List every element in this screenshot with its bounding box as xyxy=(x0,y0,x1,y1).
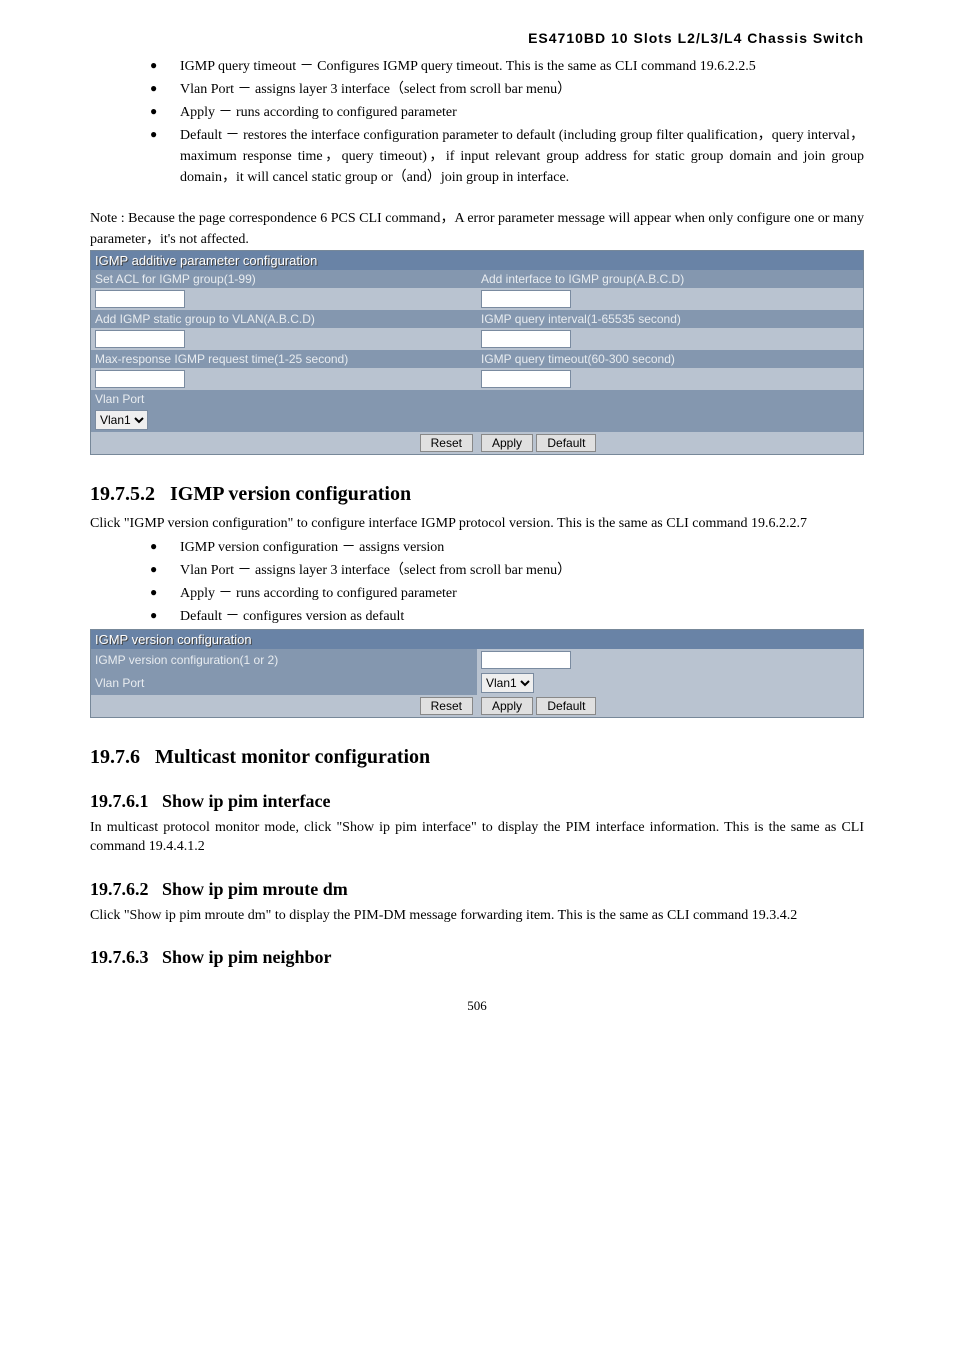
top-bullet-list: IGMP query timeout － Configures IGMP que… xyxy=(90,56,864,188)
section-desc: Click "IGMP version configuration" to co… xyxy=(90,514,864,534)
list-item: IGMP version configuration － assigns ver… xyxy=(150,537,864,558)
section-desc: Click "Show ip pim mroute dm" to display… xyxy=(90,906,864,926)
label-version: IGMP version configuration(1 or 2) xyxy=(91,649,478,671)
section-num: 19.7.6 xyxy=(90,746,140,768)
query-interval-input[interactable] xyxy=(481,330,571,348)
label-acl: Set ACL for IGMP group(1-99) xyxy=(91,270,478,288)
vlan-port-select[interactable]: Vlan1 xyxy=(95,410,148,430)
default-button[interactable]: Default xyxy=(536,697,596,715)
label-static-group: Add IGMP static group to VLAN(A.B.C.D) xyxy=(91,310,478,328)
add-interface-input[interactable] xyxy=(481,290,571,308)
vlan-port-select-2[interactable]: Vlan1 xyxy=(481,673,534,693)
section-title: Show ip pim interface xyxy=(162,791,331,811)
label-query-interval: IGMP query interval(1-65535 second) xyxy=(477,310,864,328)
section-title: Show ip pim mroute dm xyxy=(162,879,348,899)
apply-button[interactable]: Apply xyxy=(481,434,533,452)
list-item: Apply － runs according to configured par… xyxy=(150,102,864,123)
list-item: Vlan Port － assigns layer 3 interface（se… xyxy=(150,560,864,581)
label-query-timeout: IGMP query timeout(60-300 second) xyxy=(477,350,864,368)
static-group-input[interactable] xyxy=(95,330,185,348)
list-item: Apply － runs according to configured par… xyxy=(150,583,864,604)
reset-button[interactable]: Reset xyxy=(420,434,473,452)
subsection-heading: 19.7.6.3 Show ip pim neighbor xyxy=(90,947,864,968)
doc-header: ES4710BD 10 Slots L2/L3/L4 Chassis Switc… xyxy=(90,30,864,46)
panel-title: IGMP additive parameter configuration xyxy=(91,251,864,271)
label-max-response: Max-response IGMP request time(1-25 seco… xyxy=(91,350,478,368)
section-num: 19.7.6.1 xyxy=(90,791,149,811)
apply-button[interactable]: Apply xyxy=(481,697,533,715)
section-title: IGMP version configuration xyxy=(170,483,411,505)
version-input[interactable] xyxy=(481,651,571,669)
section-heading: 19.7.5.2 IGMP version configuration xyxy=(90,483,864,506)
page-number: 506 xyxy=(90,998,864,1014)
reset-button[interactable]: Reset xyxy=(420,697,473,715)
section-num: 19.7.6.3 xyxy=(90,947,149,967)
list-item: Vlan Port － assigns layer 3 interface（se… xyxy=(150,79,864,100)
section-num: 19.7.5.2 xyxy=(90,483,155,505)
panel-title: IGMP version configuration xyxy=(91,629,864,649)
version-bullet-list: IGMP version configuration － assigns ver… xyxy=(90,537,864,627)
section-title: Multicast monitor configuration xyxy=(155,746,430,768)
label-add-interface: Add interface to IGMP group(A.B.C.D) xyxy=(477,270,864,288)
acl-input[interactable] xyxy=(95,290,185,308)
subsection-heading: 19.7.6.2 Show ip pim mroute dm xyxy=(90,879,864,900)
section-heading: 19.7.6 Multicast monitor configuration xyxy=(90,746,864,769)
igmp-additive-panel: IGMP additive parameter configuration Se… xyxy=(90,250,864,455)
section-desc: In multicast protocol monitor mode, clic… xyxy=(90,818,864,857)
label-vlan-port: Vlan Port xyxy=(91,671,478,695)
list-item: Default － restores the interface configu… xyxy=(150,125,864,188)
list-item: Default － configures version as default xyxy=(150,606,864,627)
max-response-input[interactable] xyxy=(95,370,185,388)
subsection-heading: 19.7.6.1 Show ip pim interface xyxy=(90,791,864,812)
igmp-version-panel: IGMP version configuration IGMP version … xyxy=(90,629,864,718)
note-text: Note : Because the page correspondence 6… xyxy=(90,208,864,250)
section-num: 19.7.6.2 xyxy=(90,879,149,899)
list-item: IGMP query timeout － Configures IGMP que… xyxy=(150,56,864,77)
label-vlan-port: Vlan Port xyxy=(91,390,864,408)
query-timeout-input[interactable] xyxy=(481,370,571,388)
section-title: Show ip pim neighbor xyxy=(162,947,332,967)
default-button[interactable]: Default xyxy=(536,434,596,452)
